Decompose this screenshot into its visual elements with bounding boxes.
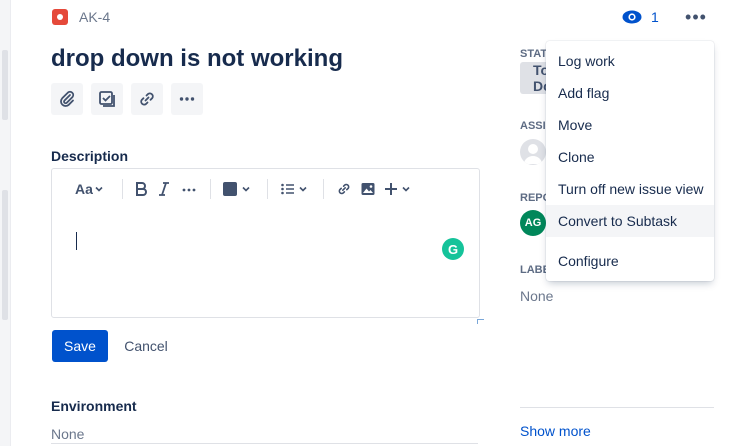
environment-label: Environment: [51, 398, 137, 414]
color-icon: [223, 182, 237, 196]
divider: [51, 443, 478, 444]
attachment-icon: [60, 90, 75, 107]
menu-item-move[interactable]: Move: [546, 109, 714, 141]
chevron-down-icon: [242, 186, 250, 192]
bug-icon: [52, 9, 68, 25]
status-label: STATUS: [520, 48, 546, 60]
link-icon: [338, 183, 350, 195]
create-subtask-button[interactable]: [91, 83, 123, 115]
text-style-dropdown[interactable]: Aa: [75, 179, 104, 199]
text-color-button[interactable]: [223, 179, 251, 199]
insert-more-button[interactable]: [384, 179, 411, 199]
chevron-down-icon: [299, 186, 307, 192]
more-icon[interactable]: •••: [684, 8, 708, 26]
description-editor[interactable]: Aa G: [51, 168, 480, 318]
more-icon: [182, 188, 196, 192]
edge-marker: [2, 50, 8, 120]
menu-item-convert-to-subtask[interactable]: Convert to Subtask: [546, 205, 714, 237]
show-more-link[interactable]: Show more: [520, 423, 591, 439]
watch-count[interactable]: 1: [651, 9, 659, 25]
editor-toolbar: Aa: [52, 169, 479, 209]
reporter-label: REPORTER: [520, 192, 546, 204]
toolbar-divider: [122, 179, 123, 199]
text-style-label: Aa: [75, 181, 93, 197]
more-actions-button[interactable]: [171, 83, 203, 115]
user-icon: [524, 144, 542, 164]
more-actions-menu: Log work Add flag Move Clone Turn off ne…: [546, 41, 714, 281]
italic-icon: [159, 182, 169, 196]
assignee-label: ASSIGNEE: [520, 120, 546, 132]
edge-marker: [2, 190, 8, 320]
menu-item-clone[interactable]: Clone: [546, 141, 714, 173]
save-button[interactable]: Save: [52, 330, 108, 362]
insert-image-button[interactable]: [360, 179, 376, 199]
cancel-button[interactable]: Cancel: [112, 330, 180, 362]
menu-item-configure[interactable]: Configure: [546, 245, 714, 277]
italic-button[interactable]: [158, 179, 170, 199]
link-icon: [140, 92, 154, 106]
issue-title[interactable]: drop down is not working: [51, 44, 343, 74]
avatar[interactable]: [520, 139, 546, 165]
labels-value[interactable]: None: [520, 288, 553, 304]
toolbar-divider: [323, 179, 324, 199]
checklist-icon: [99, 91, 115, 107]
attach-button[interactable]: [51, 83, 83, 115]
link-issue-button[interactable]: [131, 83, 163, 115]
grammarly-icon[interactable]: G: [442, 238, 464, 260]
menu-item-log-work[interactable]: Log work: [546, 45, 714, 77]
list-button[interactable]: [280, 179, 308, 199]
image-icon: [361, 183, 375, 195]
chevron-down-icon: [95, 186, 103, 192]
eye-icon[interactable]: [622, 10, 642, 24]
environment-value[interactable]: None: [51, 426, 84, 442]
plus-icon: [385, 183, 397, 195]
more-icon: [179, 97, 195, 101]
more-formatting-button[interactable]: [181, 179, 197, 199]
toolbar-divider: [210, 179, 211, 199]
divider: [520, 407, 714, 408]
bold-icon: [136, 182, 147, 196]
labels-label: LABELS: [520, 264, 546, 276]
menu-item-add-flag[interactable]: Add flag: [546, 77, 714, 109]
resize-handle[interactable]: [477, 319, 484, 324]
menu-item-turn-off-new-issue-view[interactable]: Turn off new issue view: [546, 173, 714, 205]
chevron-down-icon: [402, 186, 410, 192]
issue-key-link[interactable]: AK-4: [79, 9, 110, 25]
text-cursor: [76, 232, 77, 250]
toolbar-divider: [267, 179, 268, 199]
insert-link-button[interactable]: [336, 179, 352, 199]
avatar[interactable]: AG: [520, 210, 546, 236]
left-edge-panel: [0, 0, 11, 446]
list-icon: [281, 183, 294, 195]
description-label: Description: [51, 148, 129, 164]
bold-button[interactable]: [134, 179, 148, 199]
